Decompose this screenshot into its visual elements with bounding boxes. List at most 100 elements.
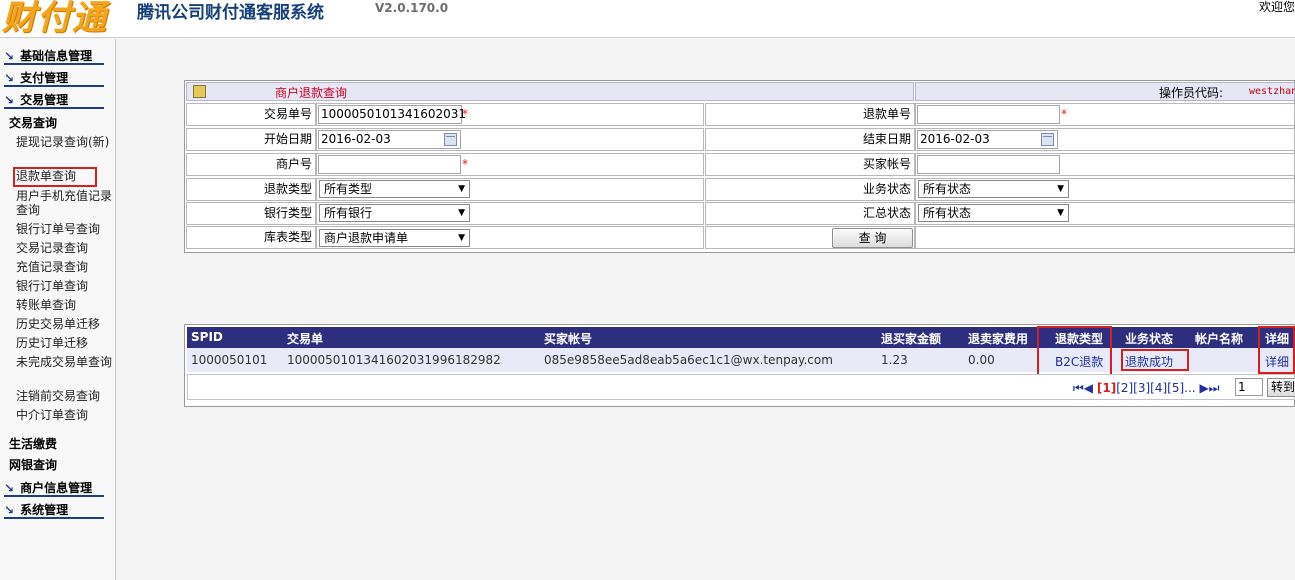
- sidebar-section-payment[interactable]: ↘ 支付管理: [4, 69, 104, 87]
- summary-status-cell: 所有状态 ▼: [915, 202, 1295, 225]
- col-spid: SPID: [191, 330, 223, 344]
- sidebar-item-pre-cancel-trades[interactable]: 注销前交易查询: [16, 389, 112, 403]
- welcome-text: 欢迎您: [1258, 0, 1295, 14]
- col-status: 业务状态: [1125, 332, 1174, 346]
- table-type-label: 库表类型: [186, 226, 316, 249]
- pager-current: [1]: [1096, 381, 1117, 395]
- col-trade: 交易单: [287, 332, 324, 346]
- query-panel-title: 商户退款查询: [275, 86, 348, 100]
- bank-type-cell: 所有银行 ▼: [316, 202, 704, 225]
- buyer-account-label: 买家帐号: [705, 153, 915, 176]
- col-buyer: 买家帐号: [544, 332, 593, 346]
- pager-next[interactable]: ▶⏭: [1199, 381, 1219, 395]
- sidebar-item-trade-records[interactable]: 交易记录查询: [16, 241, 112, 255]
- dropdown-caret-icon: ▼: [1057, 208, 1064, 218]
- sidebar-item-agent-orders[interactable]: 中介订单查询: [16, 408, 112, 422]
- trade-no-input[interactable]: 1000050101341602031: [318, 105, 466, 124]
- sidebar-item-withdraw-query[interactable]: 提现记录查询(新): [16, 135, 112, 149]
- highlight-refund-type: [1037, 326, 1112, 381]
- summary-status-select[interactable]: 所有状态 ▼: [918, 204, 1069, 222]
- pager: ⏮◀ [1][2][3][4][5]... ▶⏭ 1 转到: [187, 374, 1295, 400]
- table-type-select[interactable]: 商户退款申请单 ▼: [319, 229, 470, 247]
- version-label: V2.0.170.0: [375, 1, 449, 15]
- goto-page-button[interactable]: 转到: [1267, 378, 1295, 397]
- business-status-select[interactable]: 所有状态 ▼: [918, 180, 1069, 198]
- trade-no-cell: 1000050101341602031 *: [316, 103, 704, 126]
- refund-no-label: 退款单号: [705, 103, 915, 126]
- calendar-icon[interactable]: [444, 133, 457, 146]
- cell-refund-seller: 0.00: [968, 353, 995, 367]
- sidebar-item-history-trade-migration[interactable]: 历史交易单迁移: [16, 317, 112, 331]
- start-date-label: 开始日期: [186, 128, 316, 151]
- sidebar-section-merchant-info[interactable]: ↘ 商户信息管理: [4, 479, 104, 497]
- buyer-account-input[interactable]: [917, 155, 1060, 174]
- results-table-header: SPID 交易单 买家帐号 退买家金额 退卖家费用 退款类型 业务状态 帐户名称…: [187, 327, 1295, 348]
- dropdown-caret-icon: ▼: [458, 184, 465, 194]
- sidebar-item-unfinished-trades[interactable]: 未完成交易单查询: [16, 355, 112, 369]
- cell-buyer: 085e9858ee5ad8eab5a6ec1c1@wx.tenpay.com: [544, 353, 833, 367]
- query-button-cell: 查 询: [705, 226, 915, 249]
- sidebar-item-transfer[interactable]: 转账单查询: [16, 298, 112, 312]
- refund-no-cell: *: [915, 103, 1295, 126]
- refund-type-cell: 所有类型 ▼: [316, 178, 704, 201]
- arrow-down-right-icon: ↘: [4, 49, 15, 63]
- dropdown-caret-icon: ▼: [458, 233, 465, 243]
- bank-type-select[interactable]: 所有银行 ▼: [319, 204, 470, 222]
- buyer-account-cell: [915, 153, 1295, 176]
- pager-prev[interactable]: ⏮◀: [1073, 381, 1093, 395]
- highlight-detail: [1258, 326, 1295, 374]
- calendar-icon[interactable]: [1041, 133, 1054, 146]
- query-panel-title-bar: 商户退款查询: [186, 82, 914, 101]
- sidebar-item-refund-query[interactable]: 退款单查询: [13, 167, 97, 187]
- end-date-label: 结束日期: [705, 128, 915, 151]
- sidebar-item-history-order-migration[interactable]: 历史订单迁移: [16, 336, 112, 350]
- sidebar-section-trade[interactable]: ↘ 交易管理: [4, 91, 104, 109]
- sidebar-bank-query[interactable]: 网银查询: [9, 456, 57, 473]
- operator-label: 操作员代码:: [1159, 86, 1224, 100]
- dropdown-caret-icon: ▼: [458, 208, 465, 218]
- page-number-input[interactable]: 1: [1235, 378, 1263, 396]
- arrow-down-right-icon: ↘: [4, 481, 15, 495]
- operator-value: westzhan: [1249, 86, 1295, 97]
- refund-type-select[interactable]: 所有类型 ▼: [319, 180, 470, 198]
- pager-links: ⏮◀ [1][2][3][4][5]... ▶⏭: [1073, 381, 1219, 396]
- start-date-cell: 2016-02-03: [316, 128, 704, 151]
- refund-type-label: 退款类型: [186, 178, 316, 201]
- start-date-input[interactable]: 2016-02-03: [318, 130, 461, 149]
- required-mark: *: [462, 107, 468, 121]
- sidebar-item-mobile-recharge[interactable]: 用户手机充值记录查询: [16, 189, 112, 217]
- end-date-cell: 2016-02-03: [915, 128, 1295, 151]
- operator-box: 操作员代码: westzhan: [915, 82, 1295, 101]
- system-title: 腾讯公司财付通客服系统: [137, 3, 324, 23]
- arrow-down-right-icon: ↘: [4, 503, 15, 517]
- pager-pages[interactable]: [2][3][4][5]...: [1116, 381, 1195, 395]
- header: 财付通 腾讯公司财付通客服系统 V2.0.170.0 欢迎您: [0, 0, 1295, 38]
- sidebar: ↘ 基础信息管理 ↘ 支付管理 ↘ 交易管理 交易查询 提现记录查询(新) 退款单查询…: [0, 39, 116, 580]
- refund-no-input[interactable]: [917, 105, 1060, 124]
- merchant-no-input[interactable]: [318, 155, 461, 174]
- sidebar-life-pay[interactable]: 生活缴费: [9, 435, 57, 452]
- bank-type-label: 银行类型: [186, 202, 316, 225]
- col-refund-buyer: 退买家金额: [881, 332, 942, 346]
- trade-no-label: 交易单号: [186, 103, 316, 126]
- sidebar-item-bank-order[interactable]: 银行订单查询: [16, 279, 112, 293]
- business-status-label: 业务状态: [705, 178, 915, 201]
- summary-status-label: 汇总状态: [705, 202, 915, 225]
- cell-spid: 1000050101: [191, 353, 268, 367]
- cell-refund-buyer: 1.23: [881, 353, 908, 367]
- tenpay-logo: 财付通: [2, 0, 107, 38]
- dropdown-caret-icon: ▼: [1057, 184, 1064, 194]
- sidebar-item-recharge-records[interactable]: 充值记录查询: [16, 260, 112, 274]
- query-panel-icon: [193, 85, 206, 98]
- sidebar-item-bank-order-no[interactable]: 银行订单号查询: [16, 222, 112, 236]
- merchant-no-cell: *: [316, 153, 704, 176]
- col-account-name: 帐户名称: [1195, 332, 1244, 346]
- sidebar-section-basic-info[interactable]: ↘ 基础信息管理: [4, 47, 104, 65]
- arrow-down-right-icon: ↘: [4, 71, 15, 85]
- sidebar-section-system[interactable]: ↘ 系统管理: [4, 501, 104, 519]
- end-date-input[interactable]: 2016-02-03: [917, 130, 1058, 149]
- business-status-cell: 所有状态 ▼: [915, 178, 1295, 201]
- table-type-cell: 商户退款申请单 ▼: [316, 226, 704, 249]
- empty-cell: [915, 226, 1295, 249]
- query-button[interactable]: 查 询: [832, 228, 913, 248]
